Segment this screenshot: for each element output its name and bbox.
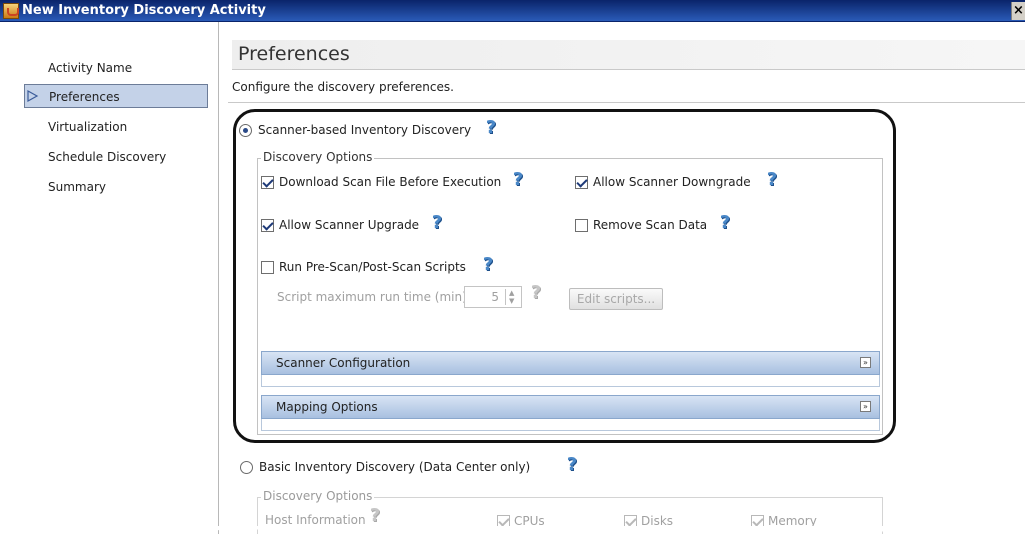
discovery-options-legend: Discovery Options [261, 150, 375, 164]
nav-item-summary[interactable]: Summary [24, 175, 208, 199]
nav-item-label: Activity Name [48, 61, 133, 75]
allow-downgrade-checkbox[interactable] [575, 176, 588, 189]
edit-scripts-button: Edit scripts... [569, 288, 663, 310]
script-runtime-spinner: 5 ▲ ▼ [464, 286, 522, 308]
help-icon[interactable]: ? [483, 119, 499, 137]
nav-item-activity-name[interactable]: Activity Name [24, 56, 208, 80]
scanner-based-radio-label[interactable]: Scanner-based Inventory Discovery [258, 123, 471, 137]
help-icon[interactable]: ? [717, 214, 733, 232]
java-app-icon [3, 3, 19, 19]
download-scan-checkbox[interactable] [261, 176, 274, 189]
allow-upgrade-label[interactable]: Allow Scanner Upgrade [279, 218, 419, 232]
nav-item-preferences[interactable]: Preferences [24, 84, 208, 108]
remove-scan-data-checkbox[interactable] [575, 219, 588, 232]
window-title-bar[interactable]: New Inventory Discovery Activity × [0, 0, 1025, 22]
section-label: Scanner Configuration [276, 356, 411, 370]
nav-item-label: Summary [48, 180, 106, 194]
nav-divider [218, 22, 219, 534]
section-label: Mapping Options [276, 400, 378, 414]
help-icon: ? [530, 282, 542, 303]
run-scripts-checkbox[interactable] [261, 261, 274, 274]
page-description: Configure the discovery preferences. [232, 80, 454, 94]
nav-item-label: Schedule Discovery [48, 150, 167, 164]
spinner-arrows-icon: ▲ ▼ [505, 289, 519, 305]
expand-chevron-icon[interactable]: » [860, 401, 871, 412]
page-title: Preferences [232, 40, 1025, 70]
mapping-options-section-header[interactable]: Mapping Options » [261, 395, 880, 419]
expand-chevron-icon[interactable]: » [860, 357, 871, 368]
header-divider [228, 102, 1025, 103]
script-runtime-value: 5 [491, 290, 499, 304]
allow-upgrade-checkbox[interactable] [261, 219, 274, 232]
help-icon[interactable]: ? [510, 171, 526, 189]
basic-inventory-radio[interactable] [240, 461, 253, 474]
torn-edge-decoration [0, 526, 1025, 534]
help-icon[interactable]: ? [429, 214, 445, 232]
script-runtime-label: Script maximum run time (min) [277, 290, 467, 304]
scanner-based-radio[interactable] [239, 124, 252, 137]
nav-item-virtualization[interactable]: Virtualization [24, 115, 208, 139]
help-icon[interactable]: ? [564, 456, 580, 474]
basic-inventory-radio-label[interactable]: Basic Inventory Discovery (Data Center o… [259, 460, 530, 474]
host-information-label: Host Information [265, 513, 366, 527]
help-icon[interactable]: ? [480, 256, 496, 274]
close-icon[interactable]: × [1011, 2, 1025, 20]
allow-downgrade-label[interactable]: Allow Scanner Downgrade [593, 175, 751, 189]
window-title: New Inventory Discovery Activity [22, 3, 266, 18]
nav-item-schedule-discovery[interactable]: Schedule Discovery [24, 145, 208, 169]
help-icon: ? [369, 505, 381, 526]
wizard-step-nav: Activity Name Preferences Virtualization… [0, 22, 218, 534]
scanner-configuration-section-body [261, 375, 880, 387]
nav-item-label: Preferences [49, 90, 120, 104]
mapping-options-section-body [261, 419, 880, 431]
help-icon[interactable]: ? [764, 171, 780, 189]
nav-item-label: Virtualization [48, 120, 128, 134]
remove-scan-data-label[interactable]: Remove Scan Data [593, 218, 707, 232]
current-step-arrow-icon [27, 90, 39, 102]
run-scripts-label[interactable]: Run Pre-Scan/Post-Scan Scripts [279, 260, 466, 274]
scanner-configuration-section-header[interactable]: Scanner Configuration » [261, 351, 880, 375]
download-scan-label[interactable]: Download Scan File Before Execution [279, 175, 501, 189]
discovery-options-legend: Discovery Options [261, 489, 375, 503]
